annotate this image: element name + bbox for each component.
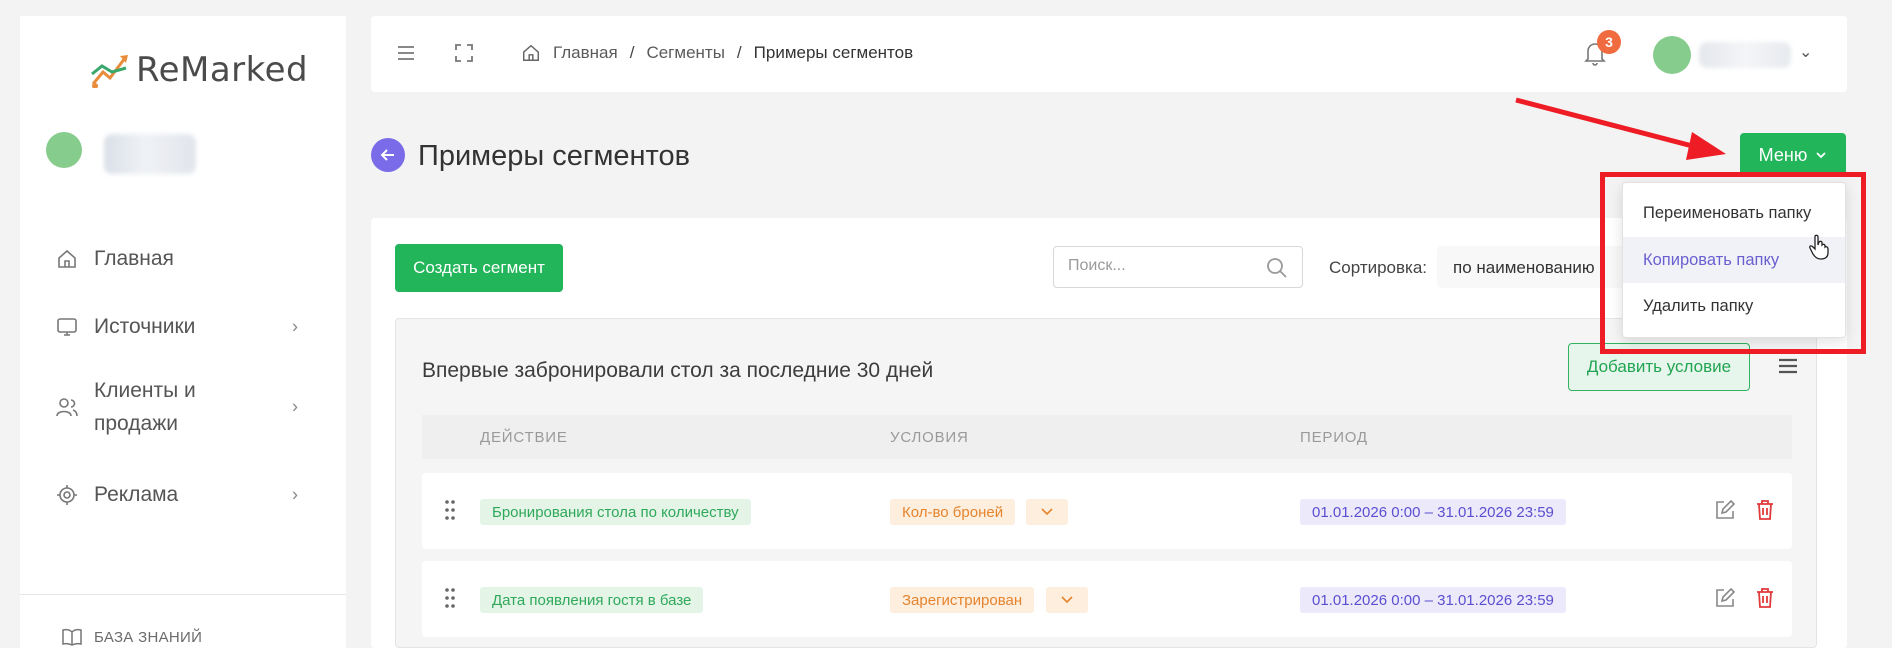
chevron-down-icon [1816,152,1826,159]
sidebar-item-label: Клиенты и продажи [94,379,196,435]
chevron-right-icon: › [292,396,298,417]
users-icon [56,398,78,417]
add-condition-button[interactable]: Добавить условие [1568,343,1750,391]
chevron-right-icon: › [292,484,298,505]
table-header [422,415,1792,459]
column-header-action: ДЕЙСТВИЕ [480,429,568,446]
menu-item-delete-folder[interactable]: Удалить папку [1623,283,1845,329]
sidebar: ReMarked Главная Источники › Клиенты и п… [20,16,346,648]
condition-tag: Кол-во броней [890,499,1016,525]
sidebar-item-label: Источники [94,315,196,338]
condition-dropdown[interactable] [1026,499,1068,525]
breadcrumb-segments[interactable]: Сегменты [646,43,724,63]
action-tag: Дата появления гостя в базе [480,587,704,613]
divider [20,594,346,595]
sort-select[interactable]: по наименованию [1437,246,1627,288]
hamburger-icon[interactable] [395,42,417,64]
chevron-right-icon: › [292,316,298,337]
period-tag: 01.01.2026 0:00 – 31.01.2026 23:59 [1300,587,1566,613]
book-icon [62,628,82,646]
user-name-blurred [104,134,196,174]
chevron-down-icon [1061,596,1073,604]
list-menu-icon[interactable] [1778,357,1798,375]
condition-tag: Зарегистрирован [890,587,1035,613]
action-tag: Бронирования стола по количеству [480,499,751,525]
sidebar-item-home[interactable]: Главная [56,242,310,276]
fullscreen-icon[interactable] [453,42,475,64]
menu-item-rename-folder[interactable]: Переименовать папку [1623,190,1845,236]
avatar[interactable] [1653,36,1691,74]
menu-button[interactable]: Меню [1740,133,1846,177]
sort-label: Сортировка: [1329,258,1428,277]
table-row: Бронирования стола по количеству Кол-во … [422,473,1792,549]
back-button[interactable] [371,138,405,172]
segment-block: Впервые забронировали стол за последние … [395,318,1817,648]
home-icon[interactable] [521,43,541,63]
column-header-period: ПЕРИОД [1300,429,1368,446]
logo[interactable]: ReMarked [90,50,308,90]
menu-item-copy-folder[interactable]: Копировать папку [1623,237,1845,283]
segment-title: Впервые забронировали стол за последние … [422,359,934,382]
home-icon [58,249,76,268]
trash-icon[interactable] [1754,499,1776,521]
trash-icon[interactable] [1754,587,1776,609]
breadcrumb-current: Примеры сегментов [753,43,914,62]
create-segment-button[interactable]: Создать сегмент [395,244,563,292]
topbar: Главная / Сегменты / Примеры сегментов 3… [371,16,1847,92]
breadcrumb-separator: / [736,43,742,62]
breadcrumb: Главная / Сегменты / Примеры сегментов [521,43,913,63]
logo-text: ReMarked [136,50,309,90]
user-name-blurred [1699,42,1791,68]
target-icon [57,485,77,505]
knowledge-base-link[interactable]: БАЗА ЗНАНИЙ [62,628,202,646]
sort-value: по наименованию [1453,258,1595,277]
condition-dropdown[interactable] [1046,587,1088,613]
monitor-icon [57,318,77,336]
search-icon[interactable] [1266,257,1288,279]
period-tag: 01.01.2026 0:00 – 31.01.2026 23:59 [1300,499,1566,525]
page-title: Примеры сегментов [418,140,691,172]
sidebar-item-ads[interactable]: Реклама › [56,478,310,512]
notification-badge: 3 [1597,30,1621,54]
sidebar-item-label: Реклама [94,483,179,506]
search-field[interactable] [1053,246,1303,288]
sidebar-item-clients[interactable]: Клиенты и продажи › [56,374,310,440]
chevron-down-icon [1041,508,1053,516]
drag-handle-icon[interactable] [444,499,456,521]
arrow-left-icon [380,149,394,161]
logo-chart-icon [91,55,128,88]
folder-menu-dropdown: Переименовать папку Копировать папку Уда… [1622,182,1846,338]
drag-handle-icon[interactable] [444,587,456,609]
column-header-conditions: УСЛОВИЯ [890,429,969,446]
sidebar-item-sources[interactable]: Источники › [56,310,310,344]
user-avatar[interactable] [46,132,82,168]
knowledge-base-label: БАЗА ЗНАНИЙ [94,628,203,646]
edit-icon[interactable] [1714,499,1736,521]
breadcrumb-separator: / [629,43,635,62]
menu-button-label: Меню [1758,144,1808,165]
sidebar-item-label: Главная [94,247,174,270]
search-input[interactable] [1068,257,1248,275]
breadcrumb-home[interactable]: Главная [553,43,618,63]
table-row: Дата появления гостя в базе Зарегистриро… [422,561,1792,637]
chevron-down-icon[interactable]: ⌄ [1799,42,1812,62]
edit-icon[interactable] [1714,587,1736,609]
